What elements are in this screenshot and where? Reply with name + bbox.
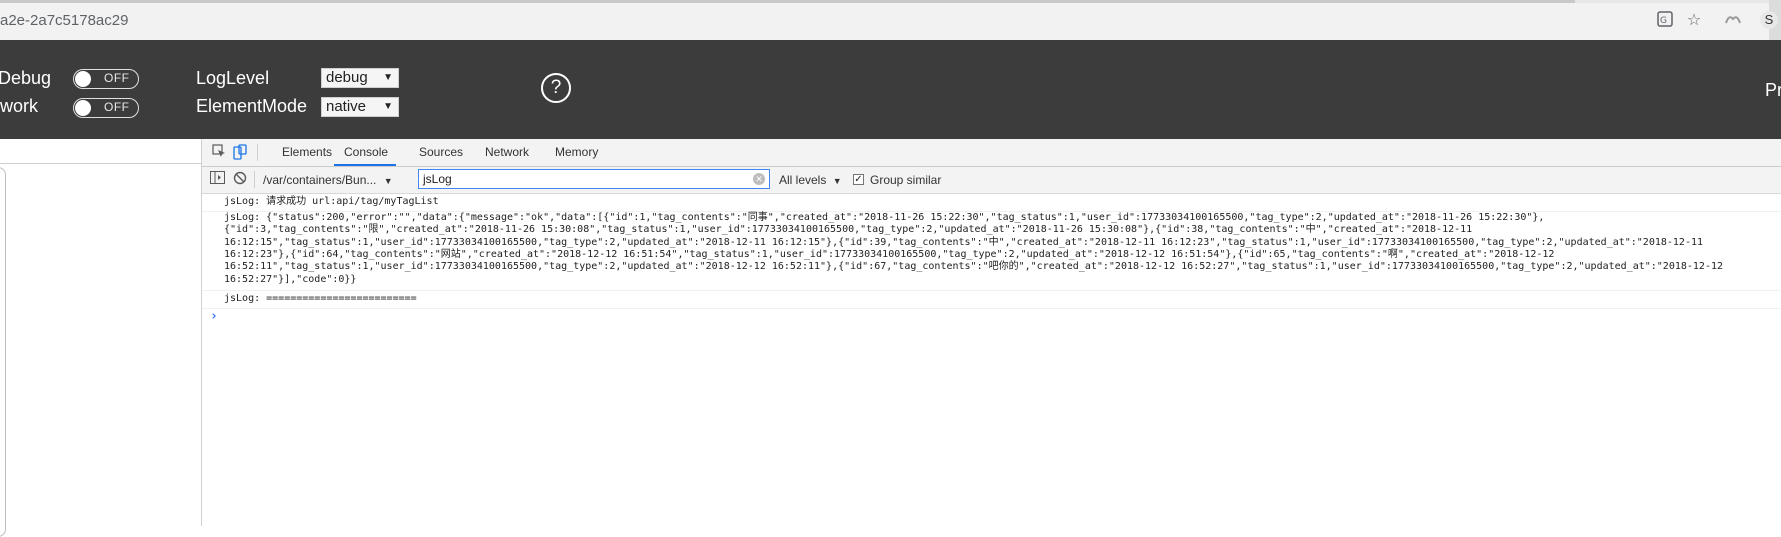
- console-entry: jsLog: =========================: [202, 291, 1781, 309]
- page-preview-area: [0, 139, 202, 537]
- console-entry: jsLog: {"status":200,"error":"","data":{…: [202, 212, 1781, 291]
- device-frame: [0, 167, 6, 537]
- console-output: jsLog: 请求成功 url:api/tag/myTagList jsLog:…: [202, 194, 1781, 526]
- console-line: 16:52:11","tag_status":1,"user_id":17733…: [224, 261, 1724, 273]
- filter-value: jsLog: [423, 172, 452, 186]
- console-prompt-icon[interactable]: ›: [210, 309, 218, 324]
- tab-sources[interactable]: Sources: [419, 139, 463, 166]
- loglevel-label: LogLevel: [196, 68, 270, 88]
- tab-console[interactable]: Console: [334, 139, 397, 166]
- clear-console-icon[interactable]: [232, 171, 248, 187]
- dropdown-arrow-icon: ▼: [383, 72, 393, 83]
- console-entry: jsLog: 请求成功 url:api/tag/myTagList: [202, 194, 1781, 212]
- console-line: 16:12:23"},{"id":64,"tag_contents":"网站",…: [224, 248, 1555, 260]
- network-toggle[interactable]: OFF: [73, 98, 139, 118]
- context-value: /var/containers/Bun...: [263, 173, 377, 187]
- dropdown-arrow-icon: ▼: [383, 176, 393, 186]
- tab-memory[interactable]: Memory: [555, 139, 598, 166]
- extension-icon[interactable]: [1724, 11, 1742, 29]
- divider: [254, 171, 255, 188]
- debug-toolbar: Debug work OFF OFF LogLevel ElementMode …: [0, 40, 1781, 139]
- devtools-tabbar: Elements Console Sources Network Memory: [202, 139, 1781, 167]
- levels-value: All levels: [779, 173, 827, 187]
- console-line: jsLog: 请求成功 url:api/tag/myTagList: [224, 196, 439, 207]
- debug-label: Debug: [0, 68, 52, 88]
- clear-filter-icon[interactable]: ✕: [753, 173, 765, 185]
- tab-elements[interactable]: Elements: [282, 139, 332, 166]
- group-similar-checkbox[interactable]: ✓: [853, 174, 864, 185]
- profile-avatar[interactable]: S: [1760, 11, 1778, 29]
- context-selector[interactable]: /var/containers/Bun... ▼: [263, 172, 393, 189]
- dropdown-arrow-icon: ▼: [383, 101, 393, 112]
- sidebar-toggle-icon[interactable]: [209, 171, 225, 187]
- console-line: {"id":3,"tag_contents":"限","created_at":…: [224, 224, 1473, 236]
- right-truncated-label: Pr: [1765, 80, 1781, 100]
- loglevel-value: debug: [326, 69, 368, 86]
- console-line: 16:52:27"}],"code":0}}: [224, 273, 357, 285]
- log-levels-dropdown[interactable]: All levels ▼: [779, 172, 842, 189]
- divider: [0, 163, 201, 164]
- elementmode-label: ElementMode: [196, 96, 308, 116]
- star-icon[interactable]: ☆: [1685, 11, 1703, 29]
- debug-toggle-state: OFF: [104, 71, 130, 85]
- console-filter-bar: /var/containers/Bun... ▼ jsLog ✕ All lev…: [202, 167, 1781, 194]
- network-label: work: [0, 96, 39, 116]
- device-toolbar-icon[interactable]: [232, 144, 248, 160]
- console-line: jsLog: {"status":200,"error":"","data":{…: [224, 212, 1545, 223]
- tab-network[interactable]: Network: [485, 139, 529, 166]
- window-top-border: [0, 0, 1781, 3]
- network-toggle-state: OFF: [104, 100, 130, 114]
- console-line: 16:12:15","tag_status":1,"user_id":17733…: [224, 236, 1704, 248]
- debug-toggle[interactable]: OFF: [73, 69, 139, 89]
- group-similar-label: Group similar: [870, 173, 942, 187]
- browser-address-bar: a2e-2a7c5178ac29 G ☆ S: [0, 0, 1781, 41]
- url-text[interactable]: a2e-2a7c5178ac29: [0, 12, 128, 29]
- dropdown-arrow-icon: ▼: [832, 176, 842, 186]
- toggle-knob: [75, 100, 91, 116]
- elementmode-select[interactable]: native ▼: [321, 97, 399, 117]
- divider: [257, 144, 258, 161]
- inspect-element-icon[interactable]: [211, 144, 227, 160]
- console-line: jsLog: =========================: [224, 293, 417, 304]
- translate-icon[interactable]: G: [1656, 11, 1674, 29]
- devtools-panel: Elements Console Sources Network Memory …: [202, 139, 1781, 526]
- toggle-knob: [75, 71, 91, 87]
- loglevel-select[interactable]: debug ▼: [321, 68, 399, 88]
- elementmode-value: native: [326, 98, 367, 115]
- console-filter-input[interactable]: jsLog ✕: [418, 169, 770, 189]
- help-icon[interactable]: ?: [541, 73, 571, 103]
- svg-text:G: G: [1660, 16, 1667, 26]
